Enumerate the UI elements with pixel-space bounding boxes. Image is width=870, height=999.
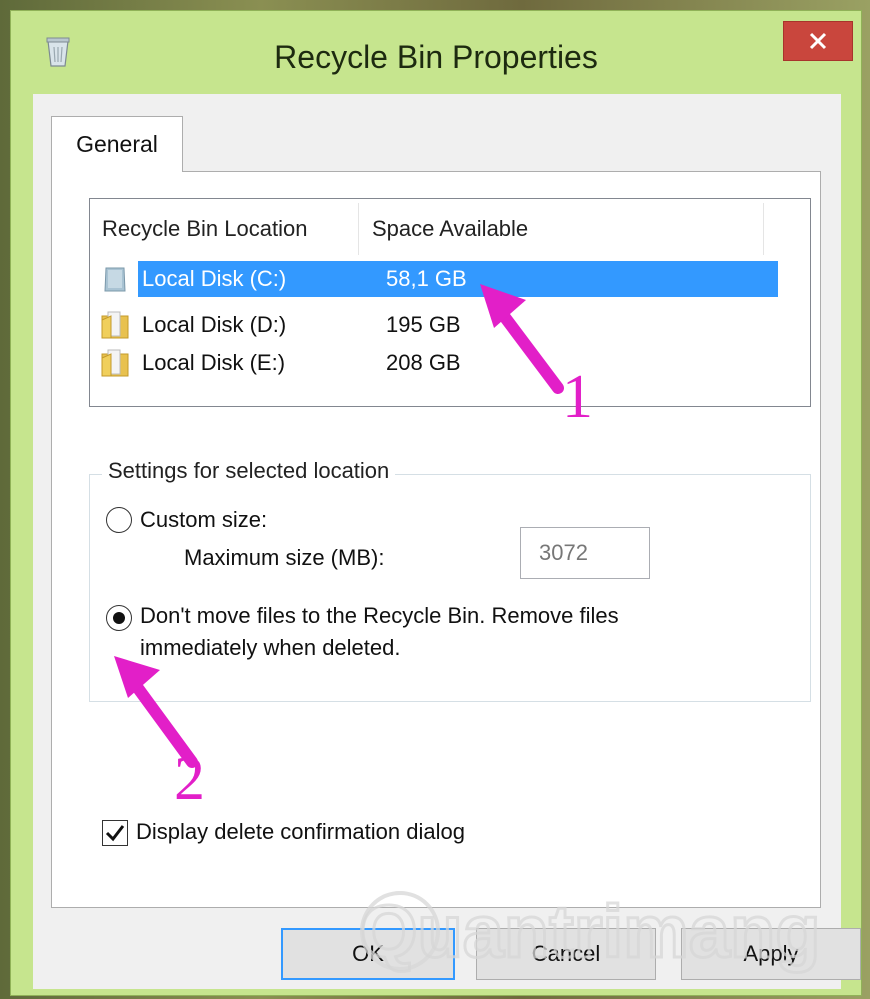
settings-group-title: Settings for selected location <box>102 458 396 484</box>
apply-button[interactable]: Apply <box>681 928 861 980</box>
location-label: Local Disk (D:) <box>142 312 287 337</box>
settings-groupbox: Settings for selected location Custom si… <box>89 458 811 702</box>
maximum-size-label: Maximum size (MB): <box>184 545 385 570</box>
space-value: 58,1 GB <box>370 261 778 297</box>
custom-size-radio[interactable] <box>106 507 132 533</box>
general-tab-panel: Recycle Bin Location Space Available Loc… <box>51 171 821 908</box>
tab-general[interactable]: General <box>51 116 183 172</box>
dont-move-files-radio[interactable] <box>106 605 132 631</box>
checkmark-icon <box>105 825 125 842</box>
folder-drive-icon <box>101 311 129 339</box>
space-value: 195 GB <box>386 312 461 337</box>
custom-size-label[interactable]: Custom size: <box>140 507 267 533</box>
maximum-size-input[interactable] <box>520 527 650 579</box>
list-header: Recycle Bin Location Space Available <box>90 199 810 259</box>
title-bar[interactable]: Recycle Bin Properties <box>11 11 861 93</box>
close-button[interactable] <box>783 21 853 61</box>
recycle-bin-location-list[interactable]: Recycle Bin Location Space Available Loc… <box>89 198 811 407</box>
annotation-number-1: 1 <box>562 363 593 431</box>
confirmation-checkbox[interactable] <box>102 820 128 846</box>
list-item[interactable]: Local Disk (D:) 195 GB <box>100 307 760 343</box>
folder-drive-icon <box>101 349 129 377</box>
column-header-location[interactable]: Recycle Bin Location <box>102 216 307 242</box>
recycle-bin-properties-window: Recycle Bin Properties General Recycle B… <box>10 10 862 996</box>
annotation-number-2: 2 <box>174 745 205 813</box>
close-icon <box>809 32 827 50</box>
list-item[interactable]: Local Disk (E:) 208 GB <box>100 345 760 381</box>
list-item[interactable]: Local Disk (C:) 58,1 GB <box>100 261 778 297</box>
column-separator <box>358 203 359 255</box>
window-title: Recycle Bin Properties <box>274 39 598 75</box>
ok-button[interactable]: OK <box>281 928 455 980</box>
column-separator <box>763 203 764 255</box>
column-header-space[interactable]: Space Available <box>372 216 528 242</box>
dont-move-files-label-line2[interactable]: immediately when deleted. <box>140 635 400 661</box>
drive-icon <box>104 267 126 292</box>
location-label: Local Disk (E:) <box>142 350 286 375</box>
location-label: Local Disk (C:) <box>138 261 374 297</box>
dont-move-files-label-line1[interactable]: Don't move files to the Recycle Bin. Rem… <box>140 603 619 629</box>
radio-selected-dot <box>113 612 125 624</box>
cancel-button[interactable]: Cancel <box>476 928 656 980</box>
confirmation-label[interactable]: Display delete confirmation dialog <box>136 819 465 845</box>
dialog-client-area: General Recycle Bin Location Space Avail… <box>33 94 861 989</box>
